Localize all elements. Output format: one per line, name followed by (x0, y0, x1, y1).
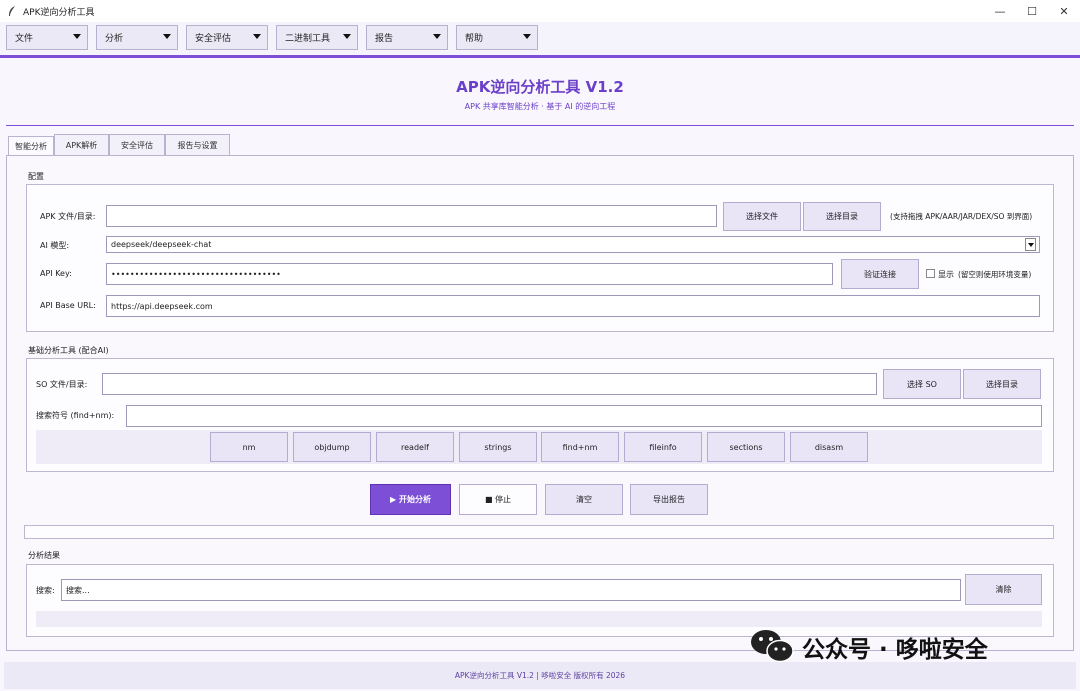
watermark: 公众号 · 哆啦安全 (748, 624, 988, 670)
page-title: APK逆向分析工具 V1.2 (456, 78, 624, 96)
tools-group-label: 基础分析工具 (配合AI) (28, 346, 109, 355)
menu-label: 报告 (375, 34, 394, 44)
chevron-down-icon (163, 34, 171, 39)
menu-file[interactable]: 文件 (6, 25, 88, 50)
model-value: deepseek/deepseek-chat (111, 240, 212, 249)
config-group-label: 配置 (28, 172, 44, 181)
base-url-input[interactable]: https://api.deepseek.com (106, 295, 1040, 317)
tab-apk-parse[interactable]: APK解析 (54, 134, 109, 155)
model-label: AI 模型: (40, 241, 70, 250)
key-label: API Key: (40, 269, 72, 278)
stop-button[interactable]: ■ 停止 (459, 484, 537, 515)
menu-help[interactable]: 帮助 (456, 25, 538, 50)
tool-button-find-nm[interactable]: find+nm (541, 432, 619, 462)
feather-icon (5, 4, 19, 18)
footer-text: APK逆向分析工具 V1.2 | 哆啦安全 版权所有 2026 (454, 671, 626, 680)
clear-button[interactable]: 清空 (545, 484, 623, 515)
symbol-search-input[interactable] (126, 405, 1042, 427)
menu-bar: 文件 分析 安全评估 二进制工具 报告 帮助 (0, 22, 1080, 56)
select-so-dir-button[interactable]: 选择目录 (963, 369, 1041, 399)
so-path-input[interactable] (102, 373, 877, 395)
model-select[interactable]: deepseek/deepseek-chat (106, 236, 1040, 253)
chevron-down-icon[interactable] (1025, 238, 1036, 251)
chevron-down-icon (523, 34, 531, 39)
title-bar: APK逆向分析工具 — ☐ ✕ (0, 0, 1080, 22)
header-divider (6, 125, 1074, 126)
menu-label: 安全评估 (195, 34, 232, 44)
tab-report-settings[interactable]: 报告与设置 (165, 134, 230, 155)
api-key-input[interactable]: •••••••••••••••••••••••••••••••••••• (106, 263, 833, 285)
chevron-down-icon (73, 34, 81, 39)
results-group-label: 分析结果 (28, 551, 60, 560)
chevron-down-icon (433, 34, 441, 39)
symbol-label: 搜索符号 (find+nm): (36, 411, 115, 420)
page-subtitle: APK 共享库智能分析 · 基于 AI 的逆向工程 (464, 102, 616, 111)
close-icon[interactable]: ✕ (1048, 0, 1080, 22)
results-clear-button[interactable]: 清除 (965, 574, 1042, 605)
show-key-label: 显示 (938, 270, 954, 279)
window-title: APK逆向分析工具 (23, 7, 95, 18)
main-content: APK逆向分析工具 V1.2 APK 共享库智能分析 · 基于 AI 的逆向工程… (0, 58, 1080, 691)
tab-security[interactable]: 安全评估 (109, 134, 165, 155)
apk-path-input[interactable] (106, 205, 717, 227)
menu-label: 二进制工具 (285, 34, 331, 44)
watermark-text: 公众号 · 哆啦安全 (802, 637, 988, 663)
tool-button-fileinfo[interactable]: fileinfo (624, 432, 702, 462)
results-search-input[interactable]: 搜索... (61, 579, 961, 601)
chevron-down-icon (253, 34, 261, 39)
progress-bar (24, 525, 1054, 539)
menu-binary-tools[interactable]: 二进制工具 (276, 25, 358, 50)
menu-label: 帮助 (465, 34, 484, 44)
chevron-down-icon (343, 34, 351, 39)
select-file-button[interactable]: 选择文件 (723, 202, 801, 231)
tool-button-objdump[interactable]: objdump (293, 432, 371, 462)
tool-button-readelf[interactable]: readelf (376, 432, 454, 462)
search-label: 搜索: (36, 586, 55, 595)
start-analysis-button[interactable]: ▶ 开始分析 (370, 484, 451, 515)
maximize-icon[interactable]: ☐ (1016, 0, 1048, 22)
wechat-icon (748, 627, 796, 668)
menu-security[interactable]: 安全评估 (186, 25, 268, 50)
base-url-label: API Base URL: (40, 301, 96, 310)
tool-button-strings[interactable]: strings (459, 432, 537, 462)
select-so-button[interactable]: 选择 SO (883, 369, 961, 399)
menu-analysis[interactable]: 分析 (96, 25, 178, 50)
verify-button[interactable]: 验证连接 (841, 259, 919, 289)
drag-hint: (支持拖拽 APK/AAR/JAR/DEX/SO 到界面) (890, 212, 1033, 221)
apk-label: APK 文件/目录: (40, 212, 96, 221)
menu-label: 分析 (105, 34, 124, 44)
minimize-icon[interactable]: — (984, 0, 1016, 22)
tool-button-strip (36, 430, 1042, 464)
menu-label: 文件 (15, 34, 34, 44)
select-dir-button[interactable]: 选择目录 (803, 202, 881, 231)
export-report-button[interactable]: 导出报告 (630, 484, 708, 515)
menu-report[interactable]: 报告 (366, 25, 448, 50)
tool-button-disasm[interactable]: disasm (790, 432, 868, 462)
env-hint: (留空则使用环境变量) (958, 270, 1032, 279)
show-key-checkbox[interactable] (926, 269, 935, 278)
tool-button-nm[interactable]: nm (210, 432, 288, 462)
tool-button-sections[interactable]: sections (707, 432, 785, 462)
so-label: SO 文件/目录: (36, 380, 88, 389)
tab-smart-analysis[interactable]: 智能分析 (8, 136, 54, 156)
